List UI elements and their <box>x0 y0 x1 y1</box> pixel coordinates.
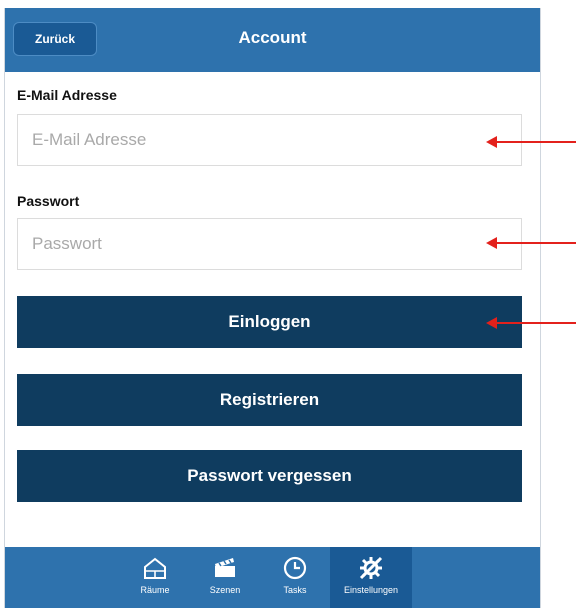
app-screen: Zurück Account E-Mail Adresse Passwort E… <box>4 8 541 608</box>
tab-label: Szenen <box>209 585 241 595</box>
login-button-label: Einloggen <box>228 312 311 331</box>
page-title: Account <box>238 28 307 47</box>
tab-label: Räume <box>140 585 170 595</box>
tab-scenes[interactable]: Szenen <box>190 547 260 608</box>
forgot-password-button[interactable]: Passwort vergessen <box>17 450 522 502</box>
rooms-icon <box>144 557 166 579</box>
clock-icon <box>283 556 307 580</box>
forgot-password-button-label: Passwort vergessen <box>187 466 352 485</box>
tab-label: Einstellungen <box>343 585 399 595</box>
annotation-arrow-password <box>486 237 576 249</box>
register-button[interactable]: Registrieren <box>17 374 522 426</box>
annotation-arrow-login <box>486 317 576 329</box>
email-label: E-Mail Adresse <box>17 87 117 103</box>
scenes-icon <box>215 558 235 577</box>
register-button-label: Registrieren <box>219 390 320 409</box>
tab-tasks[interactable]: Tasks <box>260 547 330 608</box>
password-field[interactable] <box>17 218 522 270</box>
app-header: Zurück Account <box>5 8 540 72</box>
tab-settings[interactable]: Einstellungen <box>330 547 412 608</box>
annotation-arrow-email <box>486 136 576 148</box>
login-button[interactable]: Einloggen <box>17 296 522 348</box>
tab-rooms[interactable]: Räume <box>120 547 190 608</box>
settings-icon <box>359 556 383 580</box>
email-field[interactable] <box>17 114 522 166</box>
tab-bar: Räume Szenen Tasks Einstellungen <box>5 547 540 608</box>
tab-label: Tasks <box>283 585 307 595</box>
password-label: Passwort <box>17 193 80 209</box>
